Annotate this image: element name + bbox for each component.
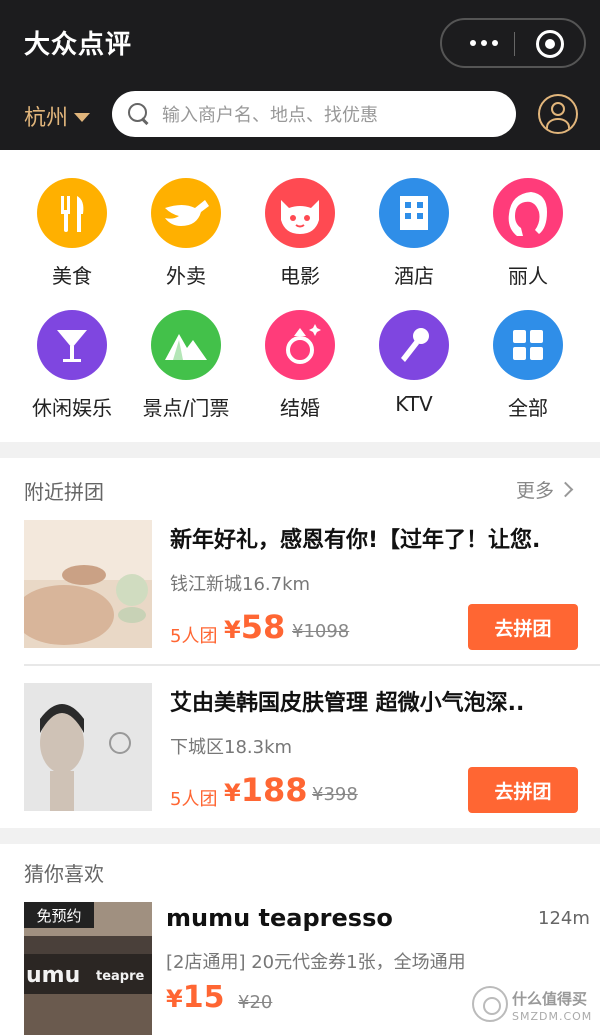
category-grid: 美食 外卖 电影 酒店 丽人 休闲娱乐 景点/门票 结婚 KTV 全部: [0, 150, 600, 442]
search-input[interactable]: 输入商户名、地点、找优惠: [112, 91, 516, 137]
cat-icon: [265, 178, 335, 248]
group-size: 5人团: [170, 789, 218, 810]
category-label: 景点/门票: [142, 396, 230, 420]
original-price: ¥20: [238, 992, 273, 1013]
watermark-domain: SMZDM.COM: [512, 1010, 593, 1023]
no-reservation-badge: 免预约: [24, 902, 94, 928]
chevron-right-icon: [557, 481, 574, 498]
original-price: ¥398: [312, 784, 358, 805]
category-label: 全部: [508, 396, 548, 420]
close-target-icon[interactable]: [536, 30, 564, 58]
svg-text:teapre: teapre: [96, 969, 145, 984]
section-title-recommend: 猜你喜欢: [24, 862, 104, 886]
category-label: 丽人: [508, 264, 548, 288]
section-gap: [0, 442, 600, 458]
deal-price: ¥188: [224, 771, 308, 809]
category-beauty[interactable]: 丽人: [473, 178, 583, 289]
kangaroo-icon: [151, 178, 221, 248]
coupon-description: [2店通用] 20元代金券1张，全场通用: [166, 952, 466, 973]
category-all[interactable]: 全部: [473, 310, 583, 421]
category-leisure[interactable]: 休闲娱乐: [17, 310, 127, 421]
building-icon: [379, 178, 449, 248]
category-scenic[interactable]: 景点/门票: [131, 310, 241, 421]
join-group-button[interactable]: 去拼团: [468, 767, 578, 813]
app-title: 大众点评: [24, 30, 133, 60]
more-link[interactable]: 更多: [516, 476, 574, 503]
category-wedding[interactable]: 结婚: [245, 310, 355, 421]
coupon-price: ¥15: [166, 980, 225, 1015]
mini-program-capsule: [440, 18, 586, 68]
cocktail-icon: [37, 310, 107, 380]
deal-card[interactable]: 新年好礼，感恩有你!【过年了！让您. 钱江新城16.7km 5人团 ¥58 ¥1…: [0, 520, 600, 680]
category-hotel[interactable]: 酒店: [359, 178, 469, 289]
caret-down-icon: [74, 112, 91, 122]
search-placeholder: 输入商户名、地点、找优惠: [162, 105, 378, 126]
category-ktv[interactable]: KTV: [359, 310, 469, 416]
capsule-divider: [514, 32, 515, 56]
fork-knife-icon: [37, 178, 107, 248]
category-label: 结婚: [280, 396, 320, 420]
category-label: 电影: [280, 264, 320, 288]
woman-face-icon: [493, 178, 563, 248]
category-food[interactable]: 美食: [17, 178, 127, 289]
deal-title: 新年好礼，感恩有你!【过年了！让您.: [170, 528, 541, 553]
category-label: KTV: [395, 392, 433, 416]
category-label: 酒店: [394, 264, 434, 288]
user-profile-icon[interactable]: [538, 94, 578, 134]
city-label: 杭州: [24, 106, 69, 131]
original-price: ¥1098: [292, 621, 350, 642]
city-selector[interactable]: 杭州: [24, 100, 91, 132]
category-takeout[interactable]: 外卖: [131, 178, 241, 289]
mountain-icon: [151, 310, 221, 380]
more-label: 更多: [516, 480, 555, 502]
category-label: 休闲娱乐: [32, 396, 112, 420]
category-label: 美食: [52, 264, 92, 288]
category-movie[interactable]: 电影: [245, 178, 355, 289]
microphone-icon: [379, 310, 449, 380]
top-bar: 大众点评 杭州 输入商户名、地点、找优惠: [0, 0, 600, 150]
deal-card[interactable]: 艾由美韩国皮肤管理 超微小气泡深.. 下城区18.3km 5人团 ¥188 ¥3…: [0, 683, 600, 843]
watermark-logo-icon: [472, 986, 508, 1022]
recommend-image: umu teapre 免预约: [24, 902, 152, 1035]
grid-icon: [493, 310, 563, 380]
watermark-text: 什么值得买: [512, 990, 588, 1008]
site-watermark: 什么值得买 SMZDM.COM: [470, 984, 600, 1034]
join-group-button[interactable]: 去拼团: [468, 604, 578, 650]
deal-title: 艾由美韩国皮肤管理 超微小气泡深..: [170, 691, 525, 716]
shop-name: mumu teapresso: [166, 904, 393, 932]
deal-location: 下城区18.3km: [170, 737, 293, 758]
more-dots-icon[interactable]: [462, 31, 506, 55]
deal-price: ¥58: [224, 608, 286, 646]
section-gap: [0, 828, 600, 844]
svg-text:umu: umu: [26, 963, 80, 988]
deal-image-skincare: [24, 683, 152, 811]
ring-icon: [265, 310, 335, 380]
shop-distance: 124m: [538, 908, 590, 929]
group-size: 5人团: [170, 626, 218, 647]
divider: [24, 664, 600, 666]
category-label: 外卖: [166, 264, 206, 288]
section-title-nearby: 附近拼团: [24, 480, 104, 504]
deal-image-spa: [24, 520, 152, 648]
deal-location: 钱江新城16.7km: [170, 574, 311, 595]
search-icon: [128, 103, 150, 125]
